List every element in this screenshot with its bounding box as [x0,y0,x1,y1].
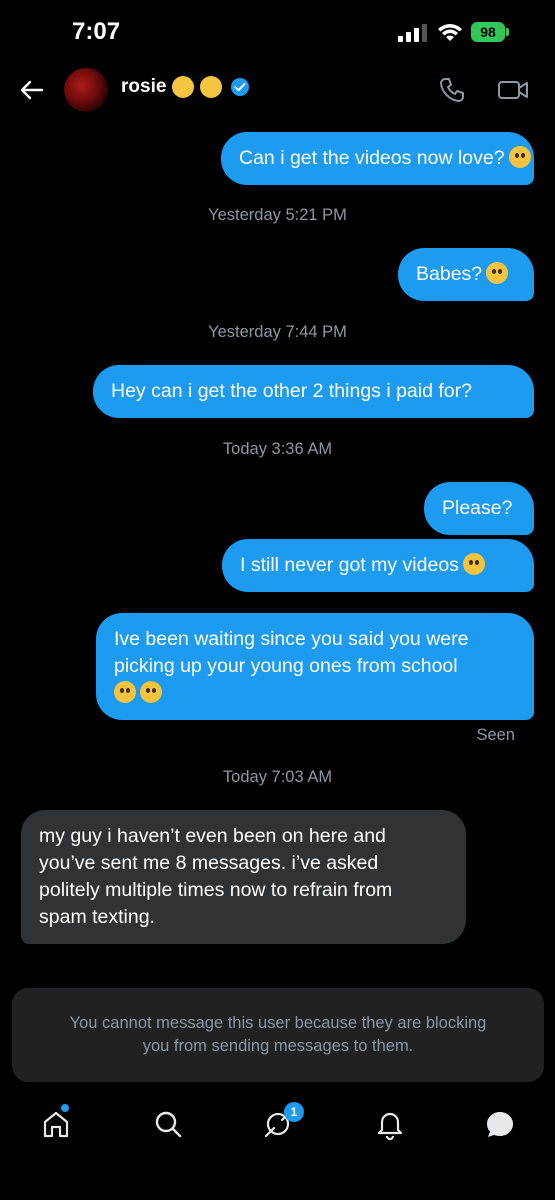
timestamp: Yesterday 7:44 PM [208,323,347,341]
confused-face-emoji-icon [462,553,485,575]
messages-badge: 1 [284,1102,304,1122]
status-time: 7:07 [72,18,121,45]
blocked-notice-line: You cannot message this user because the… [69,1014,487,1032]
message-text: Ive been waiting since you said you were… [114,628,469,677]
message-text: Hey can i get the other 2 things i paid … [111,380,472,402]
home-notification-dot [61,1104,69,1112]
contact-name: rosie [121,76,167,97]
confused-face-emoji-icon [114,681,136,703]
timestamp: Today 7:03 AM [222,768,333,786]
message-text: Please? [442,497,513,519]
blocked-notice: You cannot message this user because the… [12,988,544,1082]
battery-icon: 98 [471,22,511,44]
timestamp: Today 3:36 AM [222,440,333,458]
outgoing-message[interactable]: Hey can i get the other 2 things i paid … [93,365,534,418]
message-text: I still never got my videos [240,554,459,576]
message-text: Can i get the videos now love? [239,147,505,169]
timestamp: Yesterday 5:21 PM [208,206,347,224]
grok-chat-icon[interactable] [484,1108,516,1140]
verified-badge-icon [231,78,250,96]
back-arrow-icon[interactable] [18,76,46,104]
outgoing-message[interactable]: Ive been waiting since you said you were… [96,613,534,720]
cellular-signal-icon [398,24,427,42]
wifi-icon [438,24,462,41]
message-line: spam texting. [39,906,155,928]
incoming-message[interactable]: my guy i haven’t even been on here and y… [21,810,466,944]
contact-name-group[interactable]: rosie [121,76,250,98]
seen-status: Seen [476,726,515,744]
message-line: politely multiple times now to refrain f… [39,879,393,901]
disappointed-face-emoji-icon [140,681,162,703]
bottom-tab-bar: 1 [0,1100,555,1156]
pleading-face-emoji-icon [508,146,531,168]
outgoing-message[interactable]: Please? [424,482,534,535]
video-icon[interactable] [497,78,529,102]
search-icon[interactable] [152,1108,184,1140]
avatar[interactable] [64,68,108,112]
status-bar: 7:07 98 [0,0,555,62]
conversation-header: rosie [0,62,555,118]
shushing-face-emoji-icon-2 [200,76,223,98]
pleading-face-emoji-icon [486,262,509,284]
bell-icon[interactable] [374,1108,406,1140]
message-line: my guy i haven’t even been on here and [39,825,386,847]
home-icon[interactable] [40,1108,72,1140]
outgoing-message[interactable]: Can i get the videos now love? [221,132,534,185]
message-line: you’ve sent me 8 messages. i’ve asked [39,852,379,874]
shushing-face-emoji-icon [172,76,195,98]
message-text: Babes? [416,263,483,285]
outgoing-message[interactable]: I still never got my videos [222,539,534,592]
phone-icon[interactable] [438,76,466,104]
blocked-notice-line: you from sending messages to them. [142,1037,414,1055]
outgoing-message[interactable]: Babes? [398,248,534,301]
battery-level: 98 [471,22,505,42]
